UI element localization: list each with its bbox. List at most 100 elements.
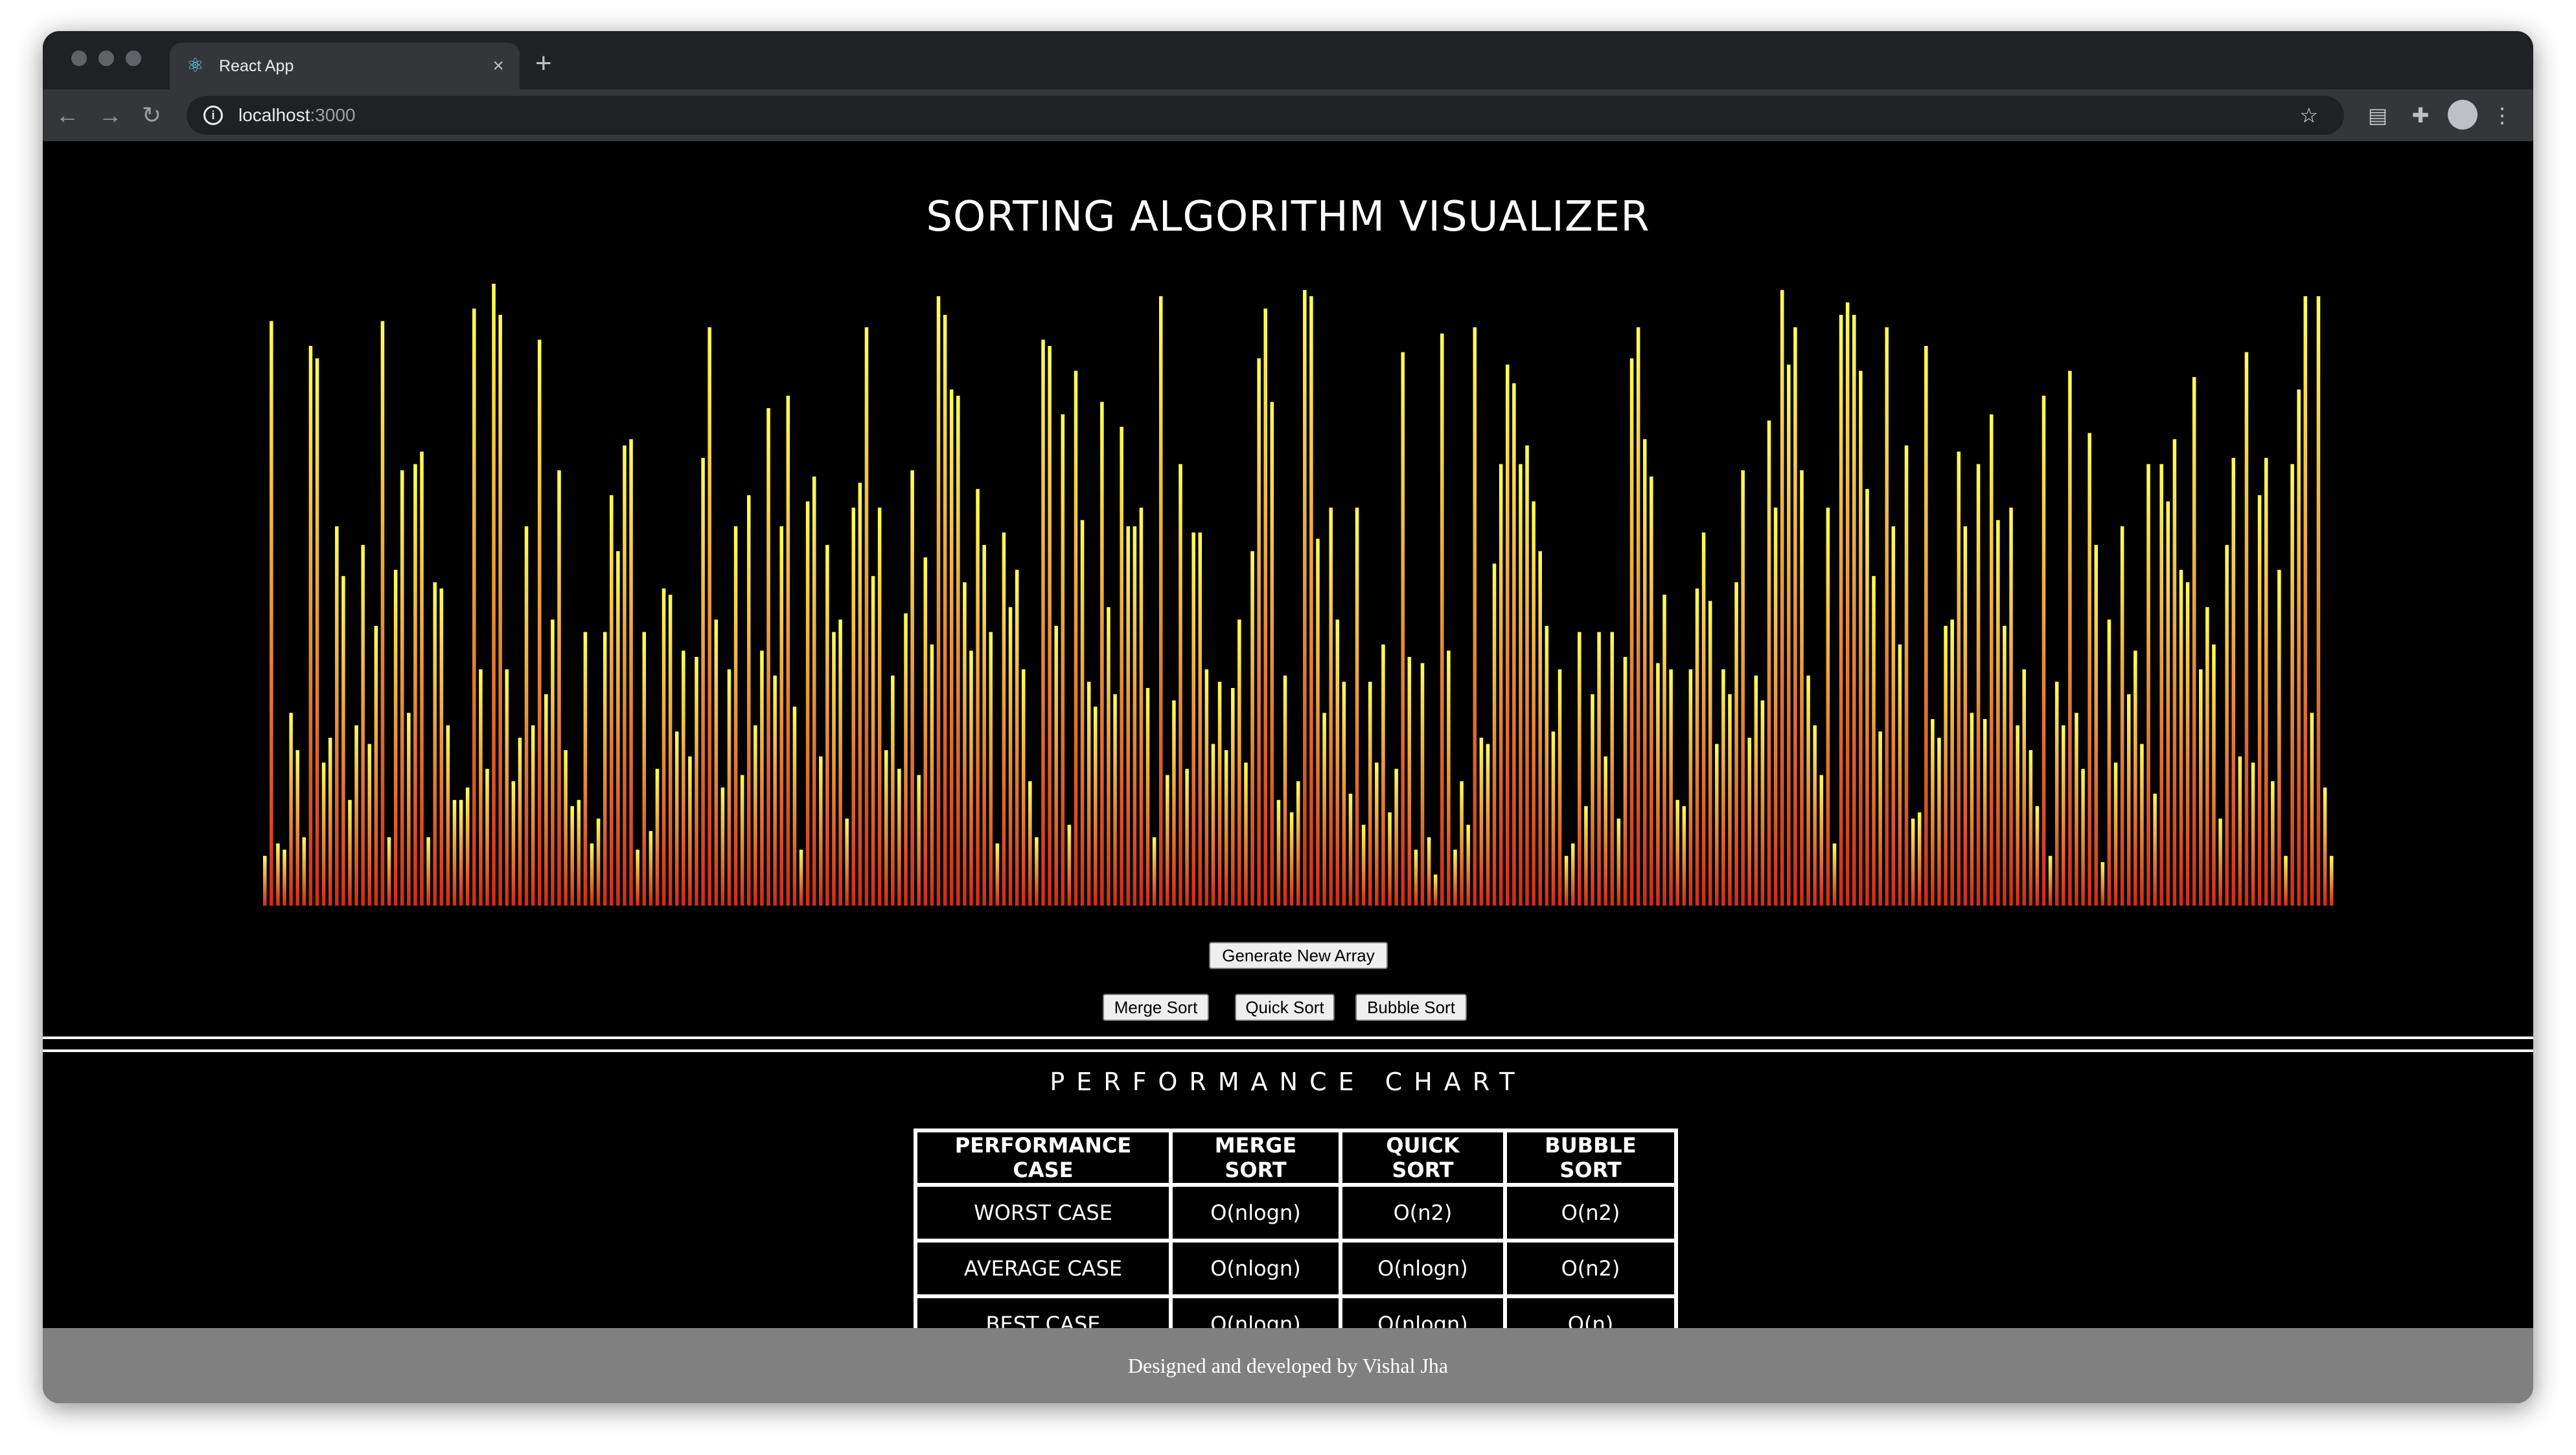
arrow-right-icon[interactable]: →	[96, 101, 124, 130]
reading-list-icon[interactable]: ▤	[2363, 101, 2392, 130]
array-bar	[642, 632, 647, 906]
array-bar	[1885, 327, 1889, 906]
array-bar	[1944, 626, 1948, 906]
array-bar	[1616, 818, 1621, 906]
array-bar	[452, 799, 457, 906]
array-bar	[407, 713, 411, 906]
plus-icon[interactable]: +	[535, 49, 561, 78]
array-bar	[1355, 507, 1359, 906]
close-window-button[interactable]	[71, 51, 87, 66]
close-icon[interactable]: ×	[492, 56, 504, 76]
array-bar	[1597, 632, 1601, 906]
array-bar	[1035, 837, 1039, 906]
array-bar	[537, 339, 542, 906]
array-bar	[1558, 669, 1562, 906]
array-bar	[838, 619, 842, 906]
header-merge-sort: MERGE SORT	[1169, 1128, 1342, 1187]
array-bar	[616, 551, 620, 906]
array-bar	[439, 588, 444, 906]
array-bar	[2120, 526, 2124, 906]
array-bar	[1532, 501, 1535, 906]
array-bar	[779, 526, 784, 906]
quick-complexity: O(nlogn)	[1339, 1239, 1507, 1298]
array-bar	[1519, 464, 1523, 906]
browser-tab[interactable]: ⚛ React App ×	[170, 43, 520, 89]
array-bar	[577, 799, 581, 906]
array-bar	[1813, 725, 1817, 906]
array-bar	[682, 650, 685, 906]
array-bar	[1368, 682, 1372, 906]
array-bar	[661, 588, 666, 906]
array-bar	[1166, 775, 1169, 906]
array-bar	[674, 731, 679, 906]
array-bar	[1296, 781, 1300, 906]
array-bar	[1499, 464, 1503, 906]
array-bar	[2244, 352, 2249, 906]
generate-new-array-button[interactable]: Generate New Array	[1209, 942, 1388, 969]
arrow-left-icon[interactable]: ←	[53, 101, 82, 130]
array-bar	[2133, 650, 2137, 906]
array-bar	[505, 669, 509, 906]
array-bar	[1447, 650, 1451, 906]
array-bar	[1303, 290, 1307, 906]
array-bar	[1538, 551, 1542, 906]
array-bar	[2159, 464, 2163, 906]
array-bar	[348, 799, 352, 906]
array-bar	[2022, 669, 2027, 906]
array-bar	[1551, 731, 1556, 906]
array-bar	[1845, 302, 1850, 906]
bubble-sort-button[interactable]: Bubble Sort	[1355, 994, 1467, 1021]
array-bar	[1152, 837, 1156, 906]
array-bar	[1636, 327, 1640, 906]
array-bar	[1107, 607, 1110, 906]
array-bar	[270, 321, 273, 906]
array-bar	[910, 470, 914, 906]
array-bar	[1028, 781, 1032, 906]
array-bar	[492, 284, 496, 906]
table-row: WORST CASE O(nlogn) O(n2) O(n2)	[914, 1183, 1678, 1243]
array-bar	[720, 787, 725, 906]
merge-sort-button[interactable]: Merge Sort	[1103, 994, 1209, 1021]
array-bar	[2107, 619, 2111, 906]
array-bar	[603, 632, 607, 906]
array-bar	[2225, 545, 2229, 906]
array-bar	[2212, 644, 2216, 906]
maximize-window-button[interactable]	[126, 51, 141, 66]
array-bar	[485, 768, 489, 906]
array-bar	[805, 501, 810, 906]
array-bar	[2284, 856, 2288, 906]
array-bar	[302, 837, 306, 906]
avatar[interactable]	[2448, 100, 2478, 130]
array-bar	[1309, 296, 1313, 906]
array-bar	[864, 327, 869, 906]
minimize-window-button[interactable]	[98, 51, 114, 66]
array-bar	[1198, 533, 1202, 906]
page-title: SORTING ALGORITHM VISUALIZER	[926, 193, 1650, 241]
array-bar	[1361, 825, 1366, 906]
quick-sort-button[interactable]: Quick Sort	[1235, 994, 1335, 1021]
array-bar	[1937, 737, 1941, 906]
array-bar	[2029, 750, 2033, 906]
array-bar	[760, 650, 764, 906]
url-port: :3000	[310, 105, 356, 125]
kebab-menu-icon[interactable]: ⋮	[2488, 101, 2516, 130]
array-bar	[799, 849, 803, 906]
array-bar	[2075, 713, 2078, 906]
array-bar	[1688, 669, 1693, 906]
puzzle-icon[interactable]: ✚	[2406, 101, 2435, 130]
array-bar	[2081, 768, 2085, 906]
array-bar	[1460, 781, 1464, 906]
array-bar	[1917, 812, 1922, 906]
array-bar	[753, 725, 757, 906]
array-bar	[1133, 526, 1137, 906]
array-bar	[1276, 799, 1281, 906]
array-bar	[1113, 694, 1117, 906]
array-bar	[943, 315, 947, 906]
reload-icon[interactable]: ↻	[137, 101, 166, 130]
array-bar	[367, 744, 372, 906]
star-icon[interactable]: ☆	[2299, 105, 2318, 126]
array-bar	[2140, 744, 2144, 906]
info-icon[interactable]: i	[203, 106, 223, 125]
address-bar[interactable]: i localhost:3000 ☆	[187, 96, 2344, 135]
array-bar	[976, 488, 980, 906]
